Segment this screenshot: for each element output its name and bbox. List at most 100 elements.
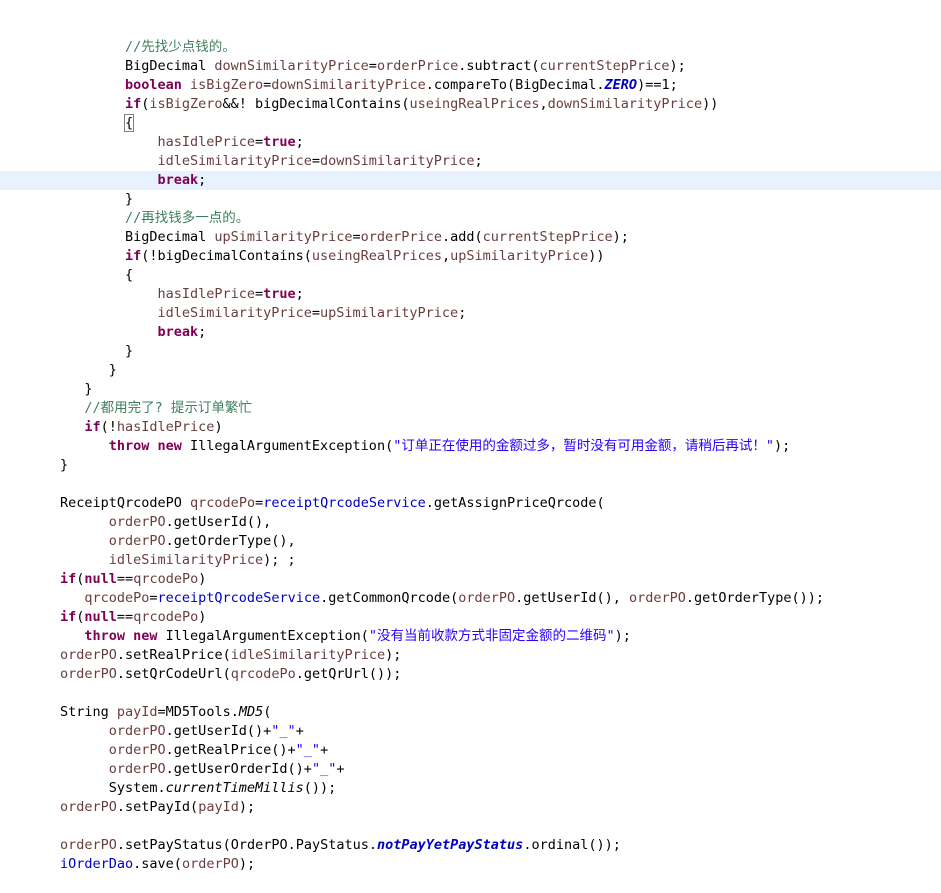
code-line[interactable]: String payId=MD5Tools.MD5( — [0, 703, 941, 722]
code-line[interactable]: orderPO.setQrCodeUrl(qrcodePo.getQrUrl()… — [0, 665, 941, 684]
code-token-comment: //再找钱多一点的。 — [124, 210, 250, 226]
code-line[interactable]: boolean isBigZero=downSimilarityPrice.co… — [0, 76, 941, 95]
code-line[interactable]: //先找少点钱的。 — [0, 38, 941, 57]
code-token-plain: = — [255, 495, 264, 511]
code-token-var: upSimilarityPrice — [214, 229, 353, 245]
code-line[interactable]: if(!hasIdlePrice) — [0, 418, 941, 437]
code-line[interactable]: if(isBigZero&&! bigDecimalContains(usein… — [0, 95, 941, 114]
code-token-plain: ) — [214, 419, 223, 435]
code-line[interactable]: System.currentTimeMillis()); — [0, 779, 941, 798]
code-token-plain: + — [295, 723, 304, 739]
code-token-var: downSimilarityPrice — [271, 77, 426, 93]
code-token-var: orderPrice — [360, 229, 442, 245]
code-token-field: receiptQrcodeService — [157, 590, 321, 606]
code-line[interactable]: } — [0, 380, 941, 399]
code-line[interactable]: throw new IllegalArgumentException("没有当前… — [0, 627, 941, 646]
code-text-area[interactable]: //先找少点钱的。 BigDecimal downSimilarityPrice=… — [0, 38, 941, 874]
code-token-var: idleSimilarityPrice — [157, 305, 312, 321]
code-token-var: useingRealPrices — [311, 248, 442, 264]
code-line[interactable]: orderPO.getOrderType(), — [0, 532, 941, 551]
code-line[interactable]: orderPO.setRealPrice(idleSimilarityPrice… — [0, 646, 941, 665]
code-line[interactable]: idleSimilarityPrice=downSimilarityPrice; — [0, 152, 941, 171]
code-token-keyword: if — [60, 609, 77, 625]
code-token-plain: .getCommonQrcode( — [320, 590, 459, 606]
code-line[interactable] — [0, 475, 941, 494]
code-token-type: BigDecimal — [124, 229, 215, 245]
code-token-plain: == — [116, 571, 134, 587]
code-token-plain: ()); — [303, 780, 337, 796]
code-line[interactable]: orderPO.setPayId(payId); — [0, 798, 941, 817]
code-token-var: isBigZero — [149, 96, 223, 112]
code-line[interactable]: BigDecimal upSimilarityPrice=orderPrice.… — [0, 228, 941, 247]
code-token-var: orderPO — [60, 666, 117, 682]
code-line[interactable]: if(null==qrcodePo) — [0, 608, 941, 627]
code-token-plain: } — [124, 343, 134, 359]
code-line[interactable]: idleSimilarityPrice); ; — [0, 551, 941, 570]
code-line[interactable]: orderPO.getUserId()+"_"+ — [0, 722, 941, 741]
code-line[interactable]: orderPO.getRealPrice()+"_"+ — [0, 741, 941, 760]
code-token-field: receiptQrcodeService — [263, 495, 426, 511]
code-token-type: ReceiptQrcodePO — [60, 495, 191, 511]
code-token-plain: )==1; — [637, 77, 678, 93]
code-token-var: hasIdlePrice — [157, 134, 255, 150]
code-token-keyword: null — [84, 571, 117, 587]
code-token-var: orderPO — [60, 647, 117, 663]
code-line[interactable] — [0, 817, 941, 836]
code-line[interactable]: iOrderDao.save(orderPO); — [0, 855, 941, 874]
code-token-plain: } — [108, 362, 117, 378]
code-token-var: currentStepPrice — [482, 229, 613, 245]
code-line[interactable]: throw new IllegalArgumentException("订单正在… — [0, 437, 941, 456]
code-line[interactable]: orderPO.getUserOrderId()+"_"+ — [0, 760, 941, 779]
code-token-plain: ) — [198, 571, 207, 587]
code-line[interactable]: ReceiptQrcodePO qrcodePo=receiptQrcodeSe… — [0, 494, 941, 513]
code-token-plain: == — [116, 609, 134, 625]
code-token-plain: .getUserOrderId()+ — [165, 761, 312, 777]
code-token-var: upSimilarityPrice — [320, 305, 459, 321]
code-line[interactable]: BigDecimal downSimilarityPrice=orderPric… — [0, 57, 941, 76]
code-token-plain: )) — [702, 96, 719, 112]
code-token-plain: ); — [669, 58, 686, 74]
code-line[interactable]: idleSimilarityPrice=upSimilarityPrice; — [0, 304, 941, 323]
code-token-plain: .save( — [133, 856, 182, 872]
code-token-var: qrcodePo — [230, 666, 296, 682]
code-line[interactable]: } — [0, 361, 941, 380]
code-line[interactable]: break; — [0, 171, 941, 190]
code-token-plain: .getRealPrice()+ — [165, 742, 296, 758]
code-token-plain: .getUserId()+ — [165, 723, 272, 739]
code-token-var: idleSimilarityPrice — [157, 153, 312, 169]
code-line[interactable]: hasIdlePrice=true; — [0, 133, 941, 152]
code-line[interactable]: if(!bigDecimalContains(useingRealPrices,… — [0, 247, 941, 266]
code-line[interactable]: } — [0, 342, 941, 361]
code-token-var: qrcodePo — [84, 590, 150, 606]
code-line[interactable]: //都用完了? 提示订单繁忙 — [0, 399, 941, 418]
code-line[interactable] — [0, 684, 941, 703]
code-token-keyword: if — [84, 419, 101, 435]
code-token-string: "订单正在使用的金额过多，暂时没有可用金额，请稍后再试！" — [393, 438, 774, 454]
code-line[interactable]: } — [0, 190, 941, 209]
code-token-plain: = — [254, 134, 264, 150]
code-token-plain: } — [84, 381, 93, 397]
code-token-var: orderPO — [108, 761, 166, 777]
code-token-plain: .setRealPrice( — [116, 647, 231, 663]
code-token-type: BigDecimal — [124, 58, 215, 74]
code-token-keyword: true — [263, 134, 296, 150]
code-token-var: qrcodePo — [190, 495, 256, 511]
code-line[interactable]: orderPO.getUserId(), — [0, 513, 941, 532]
code-line[interactable]: } — [0, 456, 941, 475]
code-line[interactable]: qrcodePo=receiptQrcodeService.getCommonQ… — [0, 589, 941, 608]
code-token-var: isBigZero — [190, 77, 264, 93]
code-line[interactable]: if(null==qrcodePo) — [0, 570, 941, 589]
code-line[interactable]: { — [0, 114, 941, 133]
code-token-keyword: break — [157, 324, 199, 340]
code-token-plain: ); — [238, 799, 256, 815]
code-line[interactable]: //再找钱多一点的。 — [0, 209, 941, 228]
code-token-var: currentStepPrice — [539, 58, 670, 74]
code-line[interactable]: hasIdlePrice=true; — [0, 285, 941, 304]
code-token-plain: ; — [198, 172, 207, 188]
code-token-static: notPayYetPayStatus — [377, 837, 524, 853]
code-line[interactable]: break; — [0, 323, 941, 342]
code-token-plain: =MD5Tools. — [157, 704, 239, 720]
code-token-plain: } — [124, 191, 134, 207]
code-editor-viewport[interactable]: //先找少点钱的。 BigDecimal downSimilarityPrice=… — [0, 0, 941, 872]
code-line[interactable]: { — [0, 266, 941, 285]
